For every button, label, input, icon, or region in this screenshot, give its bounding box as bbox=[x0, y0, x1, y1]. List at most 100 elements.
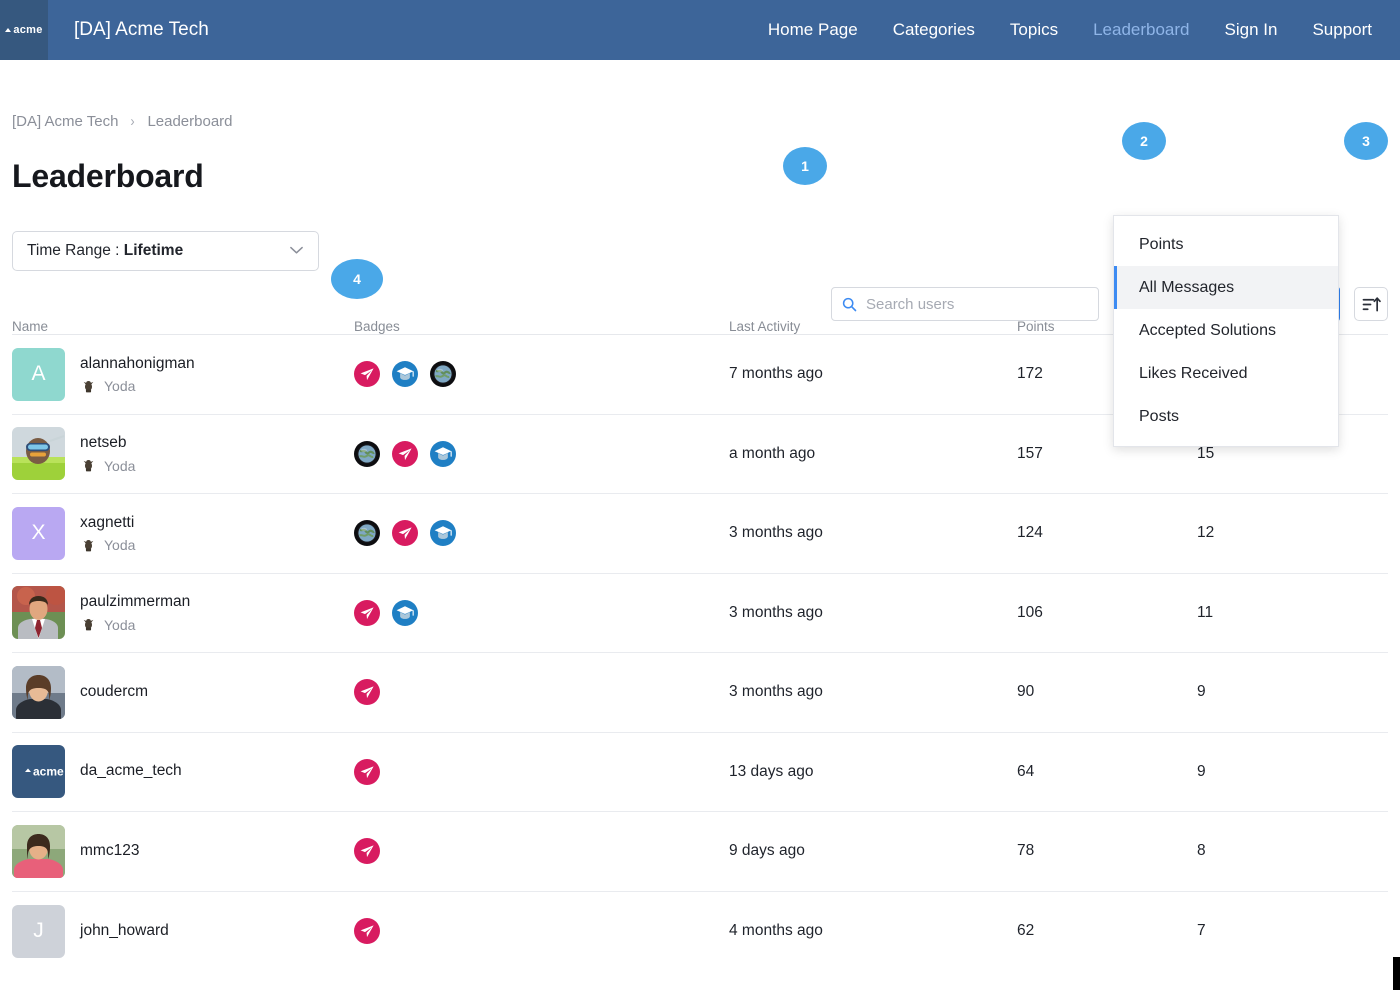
nav-link-topics[interactable]: Topics bbox=[1010, 20, 1058, 40]
badges-cell bbox=[354, 520, 729, 547]
annotation-bubble-2: 2 bbox=[1122, 122, 1166, 160]
cursor-artifact bbox=[1393, 957, 1400, 990]
all-messages-cell: 9 bbox=[1197, 683, 1206, 701]
user-rank: Yoda bbox=[80, 457, 135, 474]
badge-item[interactable] bbox=[354, 918, 380, 945]
annotation-bubble-3: 3 bbox=[1344, 122, 1388, 160]
user-cell[interactable]: netseb Yoda bbox=[12, 427, 354, 481]
badge-item[interactable] bbox=[354, 599, 380, 626]
last-activity-cell: 3 months ago bbox=[729, 524, 823, 542]
badge-item[interactable] bbox=[430, 440, 456, 467]
last-activity-cell: 3 months ago bbox=[729, 683, 823, 701]
site-logo[interactable]: acme bbox=[0, 0, 48, 60]
sort-button[interactable] bbox=[1354, 287, 1388, 321]
user-name: xagnetti bbox=[80, 513, 135, 531]
globe-badge bbox=[354, 440, 380, 467]
user-rank: Yoda bbox=[80, 378, 195, 395]
user-photo bbox=[12, 427, 65, 481]
yoda-rank-icon bbox=[83, 619, 94, 631]
user-cell[interactable]: acme da_acme_tech bbox=[12, 745, 354, 799]
user-cell[interactable]: mmc123 bbox=[12, 824, 354, 878]
globe-badge bbox=[354, 520, 380, 547]
graduation-cap-badge bbox=[430, 520, 456, 547]
breadcrumb: [DA] Acme Tech › Leaderboard bbox=[12, 113, 1388, 130]
all-messages-cell: 11 bbox=[1197, 603, 1214, 621]
user-cell[interactable]: Xxagnetti Yoda bbox=[12, 506, 354, 560]
avatar bbox=[12, 427, 65, 481]
search-box[interactable] bbox=[831, 287, 1099, 321]
badge-item[interactable] bbox=[392, 520, 418, 547]
user-rank-label: Yoda bbox=[104, 537, 136, 554]
user-name: netseb bbox=[80, 434, 127, 452]
badge-item[interactable] bbox=[354, 440, 380, 467]
search-input[interactable] bbox=[866, 295, 1088, 313]
user-cell[interactable]: paulzimmerman Yoda bbox=[12, 586, 354, 640]
user-rank-label: Yoda bbox=[104, 457, 136, 474]
points-cell: 106 bbox=[1017, 603, 1043, 621]
table-row[interactable]: Jjohn_howard 4 months ago 62 7 bbox=[12, 892, 1388, 972]
yoda-rank-icon bbox=[83, 380, 94, 393]
user-cell[interactable]: Aalannahonigman Yoda bbox=[12, 347, 354, 401]
breadcrumb-current: Leaderboard bbox=[147, 113, 233, 130]
acme-logo-icon: acme bbox=[5, 24, 42, 36]
table-row[interactable]: Xxagnetti Yoda 3 months ago 124 12 bbox=[12, 494, 1388, 574]
badges-cell bbox=[354, 758, 729, 785]
dropdown-option-likes-received[interactable]: Likes Received bbox=[1114, 352, 1338, 395]
badge-item[interactable] bbox=[392, 361, 418, 388]
avatar bbox=[12, 665, 65, 719]
all-messages-cell: 15 bbox=[1197, 444, 1215, 462]
nav-link-home-page[interactable]: Home Page bbox=[768, 20, 858, 40]
yoda-rank-icon bbox=[83, 539, 94, 552]
search-icon bbox=[842, 297, 857, 312]
dropdown-option-accepted-solutions[interactable]: Accepted Solutions bbox=[1114, 309, 1338, 352]
nav-link-leaderboard[interactable]: Leaderboard bbox=[1093, 20, 1189, 40]
dropdown-option-posts[interactable]: Posts bbox=[1114, 395, 1338, 438]
user-rank: Yoda bbox=[80, 537, 135, 554]
badge-item[interactable] bbox=[354, 520, 380, 547]
paper-plane-badge bbox=[392, 440, 418, 467]
table-row[interactable]: mmc123 9 days ago 78 8 bbox=[12, 812, 1388, 892]
table-row[interactable]: paulzimmerman Yoda 3 months ago 106 11 bbox=[12, 574, 1388, 653]
badge-item[interactable] bbox=[392, 440, 418, 467]
breadcrumb-root[interactable]: [DA] Acme Tech bbox=[12, 113, 118, 130]
last-activity-cell: 7 months ago bbox=[729, 365, 823, 383]
badge-item[interactable] bbox=[430, 520, 456, 547]
table-row[interactable]: acme da_acme_tech 13 days ago 64 9 bbox=[12, 733, 1388, 812]
last-activity-cell: 9 days ago bbox=[729, 842, 805, 860]
logo-text: acme bbox=[13, 24, 43, 36]
user-cell[interactable]: Jjohn_howard bbox=[12, 904, 354, 958]
table-row[interactable]: coudercm 3 months ago 90 9 bbox=[12, 653, 1388, 733]
nav-link-categories[interactable]: Categories bbox=[893, 20, 975, 40]
nav-link-sign-in[interactable]: Sign In bbox=[1225, 20, 1278, 40]
metric-dropdown-menu: Points All Messages Accepted Solutions L… bbox=[1113, 215, 1339, 447]
badges-cell bbox=[354, 918, 729, 945]
globe-badge bbox=[430, 361, 456, 388]
annotation-bubble-1: 1 bbox=[783, 147, 827, 185]
nav-links: Home Page Categories Topics Leaderboard … bbox=[768, 20, 1400, 40]
graduation-cap-badge bbox=[430, 440, 456, 467]
paper-plane-badge bbox=[392, 520, 418, 547]
badge-item[interactable] bbox=[354, 361, 380, 388]
dropdown-option-points[interactable]: Points bbox=[1114, 223, 1338, 266]
annotation-bubble-4: 4 bbox=[331, 259, 383, 299]
badge-item[interactable] bbox=[354, 838, 380, 865]
brand-title: [DA] Acme Tech bbox=[74, 19, 209, 40]
sort-ascending-icon bbox=[1362, 296, 1381, 311]
badge-item[interactable] bbox=[430, 361, 456, 388]
badge-item[interactable] bbox=[354, 758, 380, 785]
avatar bbox=[12, 586, 65, 640]
nav-link-support[interactable]: Support bbox=[1312, 20, 1372, 40]
badges-cell bbox=[354, 599, 729, 626]
user-name: alannahonigman bbox=[80, 354, 195, 372]
badge-item[interactable] bbox=[392, 599, 418, 626]
time-range-label: Time Range : Lifetime bbox=[27, 242, 183, 260]
avatar: X bbox=[12, 506, 65, 560]
dropdown-option-all-messages[interactable]: All Messages bbox=[1114, 266, 1338, 309]
badge-item[interactable] bbox=[354, 679, 380, 706]
time-range-select[interactable]: Time Range : Lifetime bbox=[12, 231, 319, 271]
user-cell[interactable]: coudercm bbox=[12, 665, 354, 719]
chevron-down-icon bbox=[289, 242, 304, 260]
badges-cell bbox=[354, 440, 729, 467]
avatar bbox=[12, 824, 65, 878]
graduation-cap-badge bbox=[392, 361, 418, 388]
